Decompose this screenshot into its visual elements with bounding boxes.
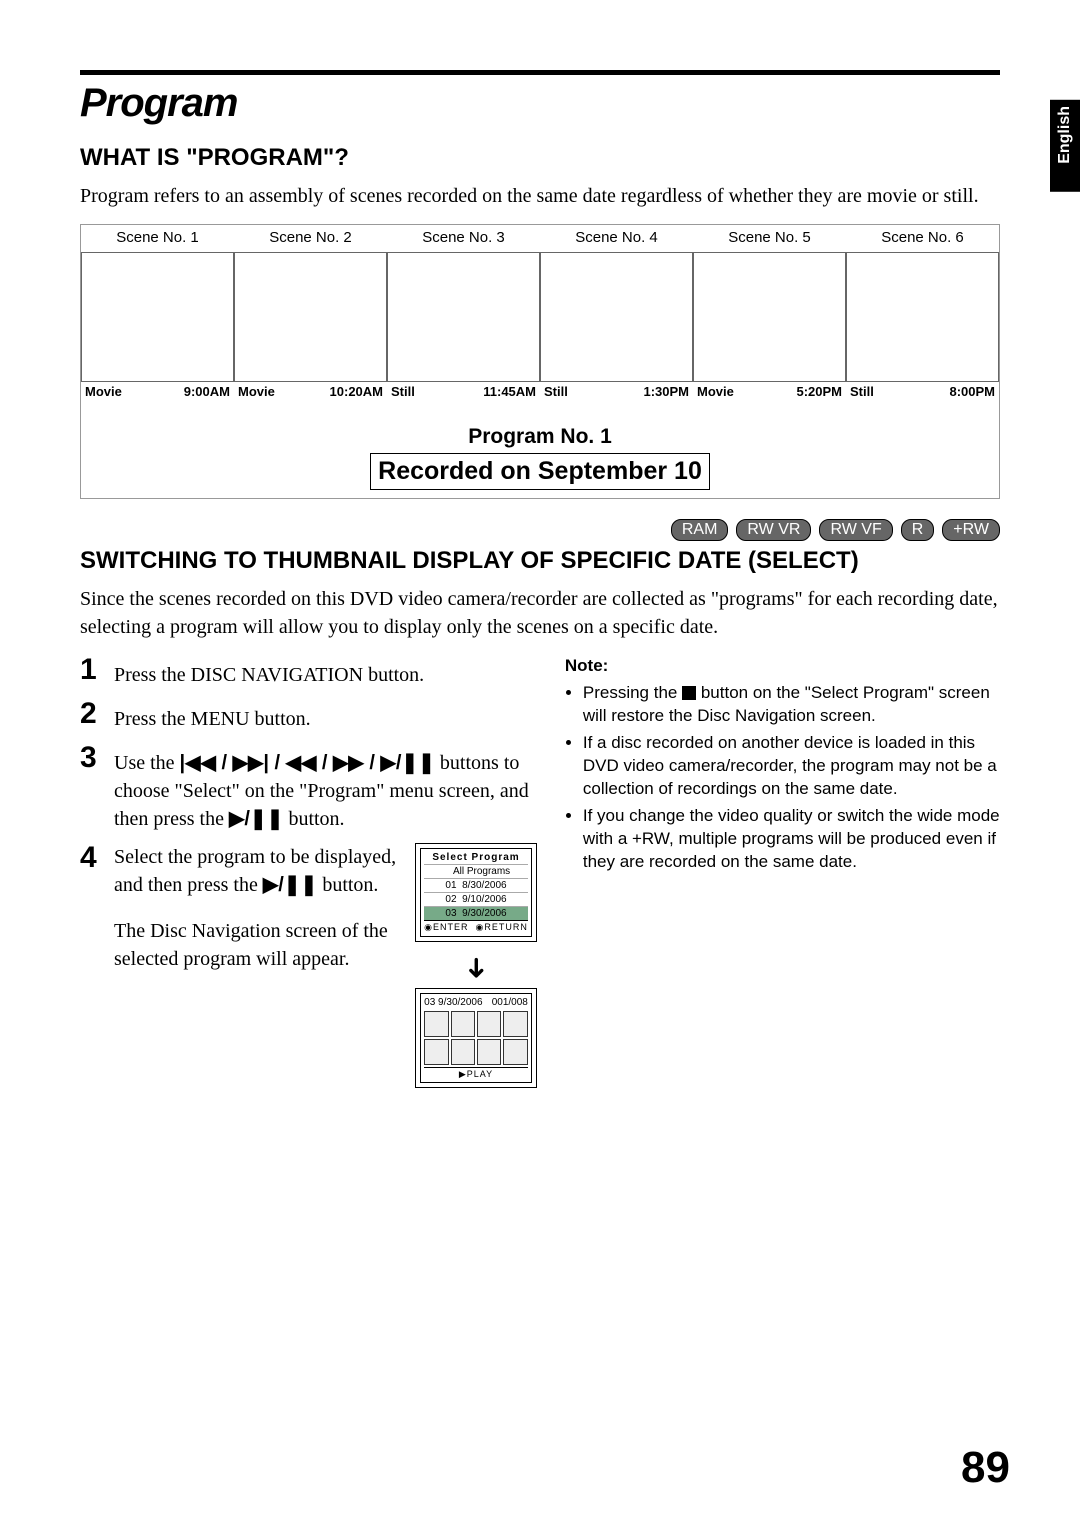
section2-heading: SWITCHING TO THUMBNAIL DISPLAY OF SPECIF… [80, 547, 1000, 575]
steps-column: 1 Press the DISC NAVIGATION button. 2 Pr… [80, 655, 537, 1104]
note-heading: Note: [565, 655, 1000, 678]
step-number: 2 [80, 699, 106, 729]
note-item: Pressing the button on the "Select Progr… [583, 682, 1000, 728]
step2-text: Press the MENU button. [114, 699, 311, 733]
step3-text: Use the |◀◀ / ▶▶| / ◀◀ / ▶▶ / ▶/❚❚ butto… [114, 743, 537, 833]
section1-body: Program refers to an assembly of scenes … [80, 182, 1000, 210]
scene-label: Scene No. 5 [693, 225, 846, 252]
scene-time: 8:00PM [949, 384, 995, 399]
scene-type: Movie [697, 384, 734, 399]
note-item: If you change the video quality or switc… [583, 805, 1000, 874]
scene-thumb [81, 252, 234, 382]
scene-label: Scene No. 2 [234, 225, 387, 252]
scene-type: Still [391, 384, 415, 399]
screen-footer: ◉ENTER ◉RETURN [424, 920, 528, 934]
screen-list-item-selected: 03 9/30/2006 [424, 906, 528, 920]
step-number: 4 [80, 843, 106, 873]
scene-time: 9:00AM [184, 384, 230, 399]
scene-label: Scene No. 1 [81, 225, 234, 252]
scene-type: Still [850, 384, 874, 399]
media-badge: RW VR [736, 519, 811, 541]
stop-button-icon [682, 686, 696, 700]
screen-list-item: 01 8/30/2006 [424, 878, 528, 892]
scene-label: Scene No. 4 [540, 225, 693, 252]
media-badge: R [901, 519, 935, 541]
recorded-date-label: Recorded on September 10 [370, 453, 710, 490]
page-number: 89 [961, 1443, 1010, 1493]
scene-time: 11:45AM [483, 384, 536, 399]
program-number-label: Program No. 1 [81, 425, 999, 449]
scene-thumb [234, 252, 387, 382]
section1-heading: WHAT IS "PROGRAM"? [80, 144, 1000, 172]
screen-list-item: 02 9/10/2006 [424, 892, 528, 906]
section2-body: Since the scenes recorded on this DVD vi… [80, 585, 1000, 641]
media-badge-row: RAM RW VR RW VF R +RW [80, 519, 1000, 541]
step4-follow: The Disc Navigation screen of the select… [114, 917, 401, 973]
screen-thumb-grid [424, 1011, 528, 1065]
play-pause-icon: ▶/❚❚ [229, 808, 283, 830]
screen-list-all: All Programs [424, 864, 528, 878]
page-title: Program [80, 81, 1000, 126]
play-pause-icon: ▶/❚❚ [263, 874, 317, 896]
scene-label: Scene No. 3 [387, 225, 540, 252]
scene-time: 10:20AM [330, 384, 383, 399]
top-rule [80, 70, 1000, 75]
nav-buttons-icon: |◀◀ / ▶▶| / ◀◀ / ▶▶ / ▶/❚❚ [180, 752, 435, 774]
language-tab: English [1050, 100, 1080, 192]
scene-thumb [387, 252, 540, 382]
scene-type: Movie [85, 384, 122, 399]
arrow-down-icon: ➜ [462, 956, 490, 979]
step1-text: Press the DISC NAVIGATION button. [114, 655, 424, 689]
note-column: Note: Pressing the button on the "Select… [565, 655, 1000, 1104]
step-number: 3 [80, 743, 106, 773]
scene-label: Scene No. 6 [846, 225, 999, 252]
media-badge: RW VF [819, 519, 892, 541]
scene-time: 1:30PM [643, 384, 689, 399]
scene-thumb [693, 252, 846, 382]
scene-time: 5:20PM [796, 384, 842, 399]
screen-examples: Select Program All Programs 01 8/30/2006… [415, 843, 537, 1094]
note-item: If a disc recorded on another device is … [583, 732, 1000, 801]
screen-footer: ▶PLAY [424, 1067, 528, 1081]
media-badge: RAM [671, 519, 729, 541]
scene-thumb [846, 252, 999, 382]
media-badge: +RW [942, 519, 1000, 541]
screen-select-title: Select Program [424, 851, 528, 864]
step-number: 1 [80, 655, 106, 685]
scene-thumb [540, 252, 693, 382]
screen-nav-header: 03 9/30/2006001/008 [424, 996, 528, 1009]
scene-type: Still [544, 384, 568, 399]
step4-text: Select the program to be displayed, and … [114, 843, 401, 899]
scene-type: Movie [238, 384, 275, 399]
program-diagram: Scene No. 1 Scene No. 2 Scene No. 3 Scen… [80, 224, 1000, 499]
